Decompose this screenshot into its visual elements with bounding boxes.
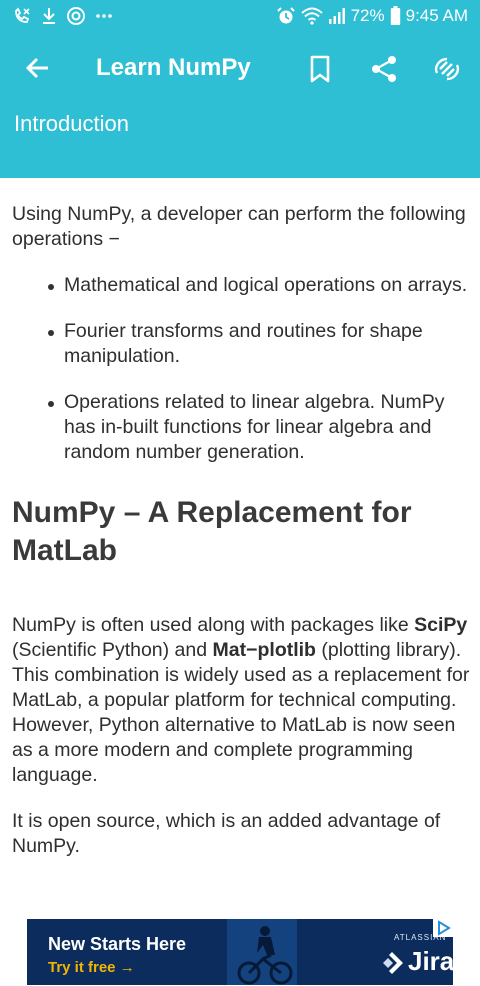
share-icon[interactable] <box>369 54 399 84</box>
ad-headline: New Starts Here <box>48 934 187 954</box>
status-bar: 72% 9:45 AM <box>0 0 480 32</box>
list-item: Mathematical and logical operations on a… <box>48 273 472 298</box>
back-arrow-icon[interactable] <box>22 52 54 84</box>
closing-paragraph: It is open source, which is an added adv… <box>12 810 441 857</box>
more-icon <box>95 13 113 19</box>
download-icon <box>41 7 57 25</box>
arrow-right-icon: → <box>119 959 135 976</box>
wifi-icon <box>300 7 323 25</box>
alarm-icon <box>276 6 296 26</box>
signal-icon <box>328 7 346 25</box>
bookmark-icon[interactable] <box>307 54 333 84</box>
list-item: Operations related to linear algebra. Nu… <box>48 390 472 465</box>
battery-percent: 72% <box>350 6 385 25</box>
app-icon <box>66 6 86 26</box>
battery-icon <box>390 6 401 26</box>
matplotlib-term: Mat−plotlib <box>212 639 316 661</box>
clock: 9:45 AM <box>405 6 468 25</box>
intro-paragraph: Using NumPy, a developer can perform the… <box>12 203 466 250</box>
operations-list: Mathematical and logical operations on a… <box>12 273 472 465</box>
paragraph-text: NumPy is often used along with packages … <box>12 614 415 636</box>
cast-icon[interactable] <box>431 53 463 85</box>
ad-cta[interactable]: Try it free → <box>48 959 135 976</box>
section-heading: NumPy – A Replacement for MatLab <box>12 496 412 567</box>
scipy-term: SciPy <box>414 614 468 636</box>
article-content: Using NumPy, a developer can perform the… <box>12 202 472 859</box>
app-title: Learn NumPy <box>96 54 251 81</box>
app-bar: Learn NumPy Introduction <box>0 32 480 178</box>
cyclist-image <box>227 919 297 985</box>
section-title: Introduction <box>14 111 129 136</box>
matlab-paragraph: NumPy is often used along with packages … <box>12 613 472 788</box>
adchoices-icon[interactable] <box>433 919 453 937</box>
ad-brand: Jira <box>408 946 453 976</box>
missed-call-icon <box>12 6 32 26</box>
paragraph-text: (plotting library). This combination is … <box>12 639 470 786</box>
jira-logo-icon <box>379 950 405 976</box>
paragraph-text: (Scientific Python) and <box>12 639 213 661</box>
ad-banner[interactable]: New Starts Here Try it free → ATLASSIAN … <box>27 919 453 985</box>
list-item: Fourier transforms and routines for shap… <box>48 319 472 369</box>
